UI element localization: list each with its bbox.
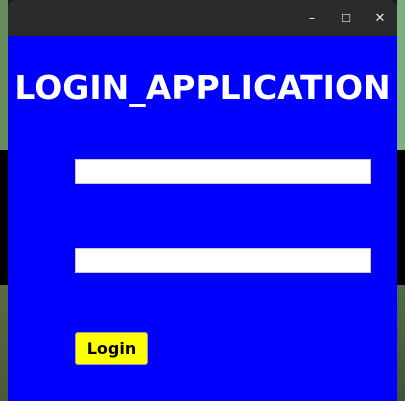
app-title: LOGIN_APPLICATION [14,68,391,107]
app-content: LOGIN_APPLICATION Login [8,36,397,401]
maximize-button[interactable]: ☐ [329,0,363,36]
maximize-icon: ☐ [341,11,351,25]
close-button[interactable]: ✕ [363,0,397,36]
password-field[interactable] [75,248,371,273]
close-icon: ✕ [374,10,386,26]
desktop-background-left [0,0,8,401]
minimize-icon: – [308,10,316,26]
minimize-button[interactable]: – [295,0,329,36]
login-button[interactable]: Login [75,332,148,365]
username-field[interactable] [75,159,371,184]
desktop-background-right [397,0,405,401]
window-titlebar[interactable]: – ☐ ✕ [8,0,397,36]
login-window: – ☐ ✕ LOGIN_APPLICATION Login [8,0,397,401]
